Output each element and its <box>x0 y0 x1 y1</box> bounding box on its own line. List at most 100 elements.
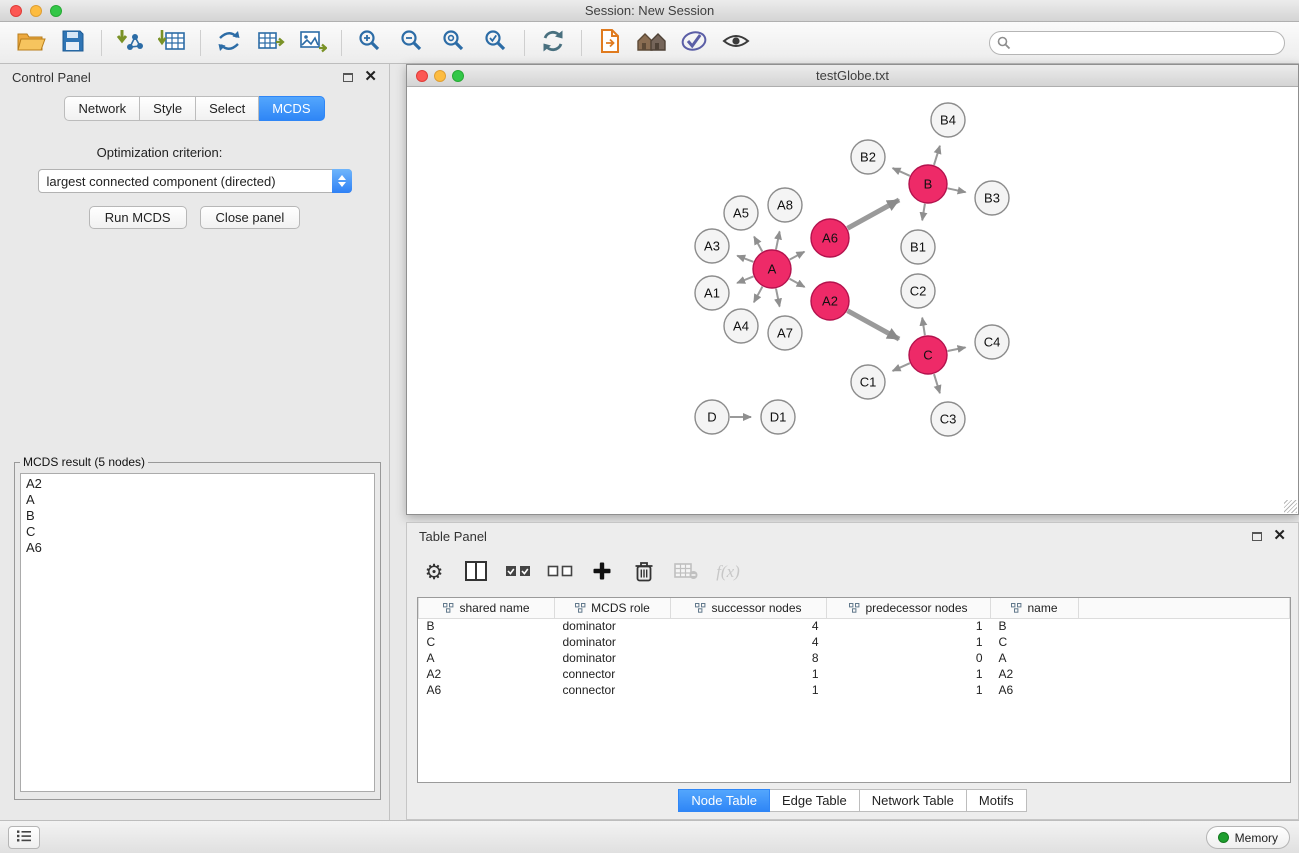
new-network-button[interactable] <box>208 26 250 60</box>
save-session-button[interactable] <box>52 26 94 60</box>
validate-button[interactable] <box>673 26 715 60</box>
column-header-mcds-role[interactable]: MCDS role <box>555 598 671 618</box>
graph-node-label-A8: A8 <box>777 198 793 213</box>
network-window-titlebar[interactable]: testGlobe.txt <box>407 65 1298 87</box>
graph-edge-C-C3[interactable] <box>934 374 940 393</box>
close-panel-icon[interactable]: ✕ <box>364 72 377 82</box>
float-panel-icon[interactable] <box>343 73 353 82</box>
table-row[interactable]: Adominator 80 A <box>419 650 1290 666</box>
graph-edge-A-A8[interactable] <box>776 232 780 250</box>
tab-motifs[interactable]: Motifs <box>967 789 1027 812</box>
column-header-successor-nodes[interactable]: successor nodes <box>671 598 827 618</box>
result-item[interactable]: A <box>26 492 369 508</box>
result-item[interactable]: C <box>26 524 369 540</box>
import-table-button[interactable] <box>151 26 193 60</box>
open-folder-icon <box>16 29 46 56</box>
tab-style[interactable]: Style <box>140 96 196 121</box>
close-table-panel-icon[interactable]: ✕ <box>1273 531 1286 541</box>
delete-table-button[interactable] <box>673 557 699 587</box>
export-image-button[interactable] <box>292 26 334 60</box>
network-minimize-button[interactable] <box>434 70 446 82</box>
column-header-predecessor-nodes[interactable]: predecessor nodes <box>827 598 991 618</box>
tab-network[interactable]: Network <box>64 96 140 121</box>
graph-edge-A-A1[interactable] <box>737 276 753 283</box>
dropdown-stepper-icon[interactable] <box>332 169 352 193</box>
document-arrow-icon <box>598 28 622 57</box>
columns-icon <box>465 561 487 584</box>
table-toolbar: ⚙ <box>421 551 741 593</box>
zoom-selected-button[interactable] <box>475 26 517 60</box>
run-mcds-button[interactable]: Run MCDS <box>89 206 187 229</box>
deselect-all-button[interactable] <box>547 557 573 587</box>
delete-row-button[interactable] <box>631 557 657 587</box>
select-all-button[interactable] <box>505 557 531 587</box>
table-row[interactable]: Bdominator 41 B <box>419 618 1290 634</box>
show-columns-button[interactable] <box>463 557 489 587</box>
network-maximize-button[interactable] <box>452 70 464 82</box>
graph-edge-C-C1[interactable] <box>893 363 910 371</box>
graph-node-label-A1: A1 <box>704 286 720 301</box>
graph-node-label-B4: B4 <box>940 113 956 128</box>
add-row-button[interactable] <box>589 557 615 587</box>
import-network-button[interactable] <box>109 26 151 60</box>
mcds-result-list[interactable]: A2 A B C A6 <box>20 473 375 792</box>
memory-button[interactable]: Memory <box>1206 826 1290 849</box>
zoom-selected-icon <box>483 28 509 57</box>
network-canvas[interactable]: AA6A2BCA5A8A3A1A4A7B4B2B3B1C2C4C1C3DD1 <box>407 87 1298 514</box>
maximize-window-button[interactable] <box>50 5 62 17</box>
tab-node-table[interactable]: Node Table <box>678 789 770 812</box>
delete-table-icon <box>674 562 698 583</box>
graph-edge-B-B3[interactable] <box>948 188 966 192</box>
table-row[interactable]: Cdominator 41 C <box>419 634 1290 650</box>
result-item[interactable]: B <box>26 508 369 524</box>
zoom-in-button[interactable] <box>349 26 391 60</box>
graph-edge-C-C2[interactable] <box>922 318 925 336</box>
close-window-button[interactable] <box>10 5 22 17</box>
search-input[interactable] <box>989 31 1285 55</box>
table-settings-button[interactable]: ⚙ <box>421 557 447 587</box>
graph-edge-A2-C[interactable] <box>848 311 900 339</box>
open-session-button[interactable] <box>10 26 52 60</box>
home-button[interactable] <box>631 26 673 60</box>
column-header-name[interactable]: name <box>991 598 1079 618</box>
graph-edge-A-A2[interactable] <box>790 279 805 287</box>
node-table[interactable]: shared name MCDS role successor nodes pr… <box>417 597 1291 783</box>
close-panel-button[interactable]: Close panel <box>200 206 301 229</box>
table-row[interactable]: A2connector 11 A2 <box>419 666 1290 682</box>
column-header-shared-name[interactable]: shared name <box>419 598 555 618</box>
minimize-window-button[interactable] <box>30 5 42 17</box>
tab-mcds[interactable]: MCDS <box>259 96 324 121</box>
refresh-view-button[interactable] <box>532 26 574 60</box>
graph-node-label-A3: A3 <box>704 239 720 254</box>
table-row[interactable]: A6connector 11 A6 <box>419 682 1290 698</box>
graph-edge-B-B4[interactable] <box>934 146 940 165</box>
export-table-button[interactable] <box>250 26 292 60</box>
tab-edge-table[interactable]: Edge Table <box>770 789 860 812</box>
result-item[interactable]: A2 <box>26 476 369 492</box>
graph-node-label-B1: B1 <box>910 240 926 255</box>
result-item[interactable]: A6 <box>26 540 369 556</box>
graph-edge-C-C4[interactable] <box>948 347 966 351</box>
graph-edge-A-A7[interactable] <box>776 289 780 307</box>
refresh-icon <box>540 28 566 57</box>
tab-network-table[interactable]: Network Table <box>860 789 967 812</box>
network-close-button[interactable] <box>416 70 428 82</box>
graph-edge-A-A4[interactable] <box>754 287 763 303</box>
graph-edge-A-A3[interactable] <box>737 256 753 262</box>
float-table-panel-icon[interactable] <box>1252 532 1262 541</box>
show-hide-button[interactable] <box>715 26 757 60</box>
report-button[interactable] <box>589 26 631 60</box>
task-history-button[interactable] <box>8 826 40 849</box>
window-titlebar[interactable]: Session: New Session <box>0 0 1299 22</box>
graph-edge-B-B1[interactable] <box>922 204 925 221</box>
graph-edge-A-A5[interactable] <box>754 237 762 252</box>
graph-edge-A6-B[interactable] <box>848 200 900 228</box>
graph-edge-A-A6[interactable] <box>790 252 805 260</box>
graph-edge-B-B2[interactable] <box>893 168 910 176</box>
criterion-dropdown[interactable]: largest connected component (directed) <box>38 169 352 193</box>
zoom-out-button[interactable] <box>391 26 433 60</box>
zoom-fit-button[interactable] <box>433 26 475 60</box>
window-resize-grip[interactable] <box>1284 500 1297 513</box>
function-builder-button[interactable]: f(x) <box>715 557 741 587</box>
tab-select[interactable]: Select <box>196 96 259 121</box>
